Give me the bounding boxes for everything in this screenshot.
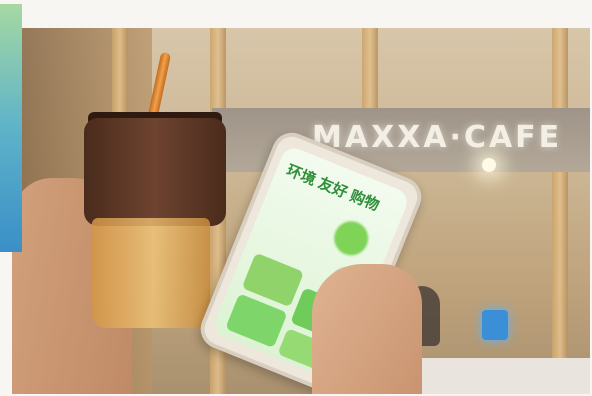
screen-green-blob <box>329 216 374 261</box>
ceiling-light <box>482 158 496 172</box>
phone-screen-title: 环境 友好 购物 <box>283 161 382 215</box>
background-monitor <box>482 310 508 340</box>
cafe-photo: MAXXA·CAFE 环境 友好 购物 <box>12 28 590 394</box>
wood-beam <box>552 28 568 394</box>
cup-icon <box>92 218 210 328</box>
right-hand <box>312 264 422 394</box>
top-margin <box>0 0 592 28</box>
cup-sleeve <box>84 118 226 226</box>
accent-bar <box>0 4 22 252</box>
photo-frame: MAXXA·CAFE 环境 友好 购物 <box>0 0 592 396</box>
store-sign-text: MAXXA·CAFE <box>312 120 563 155</box>
